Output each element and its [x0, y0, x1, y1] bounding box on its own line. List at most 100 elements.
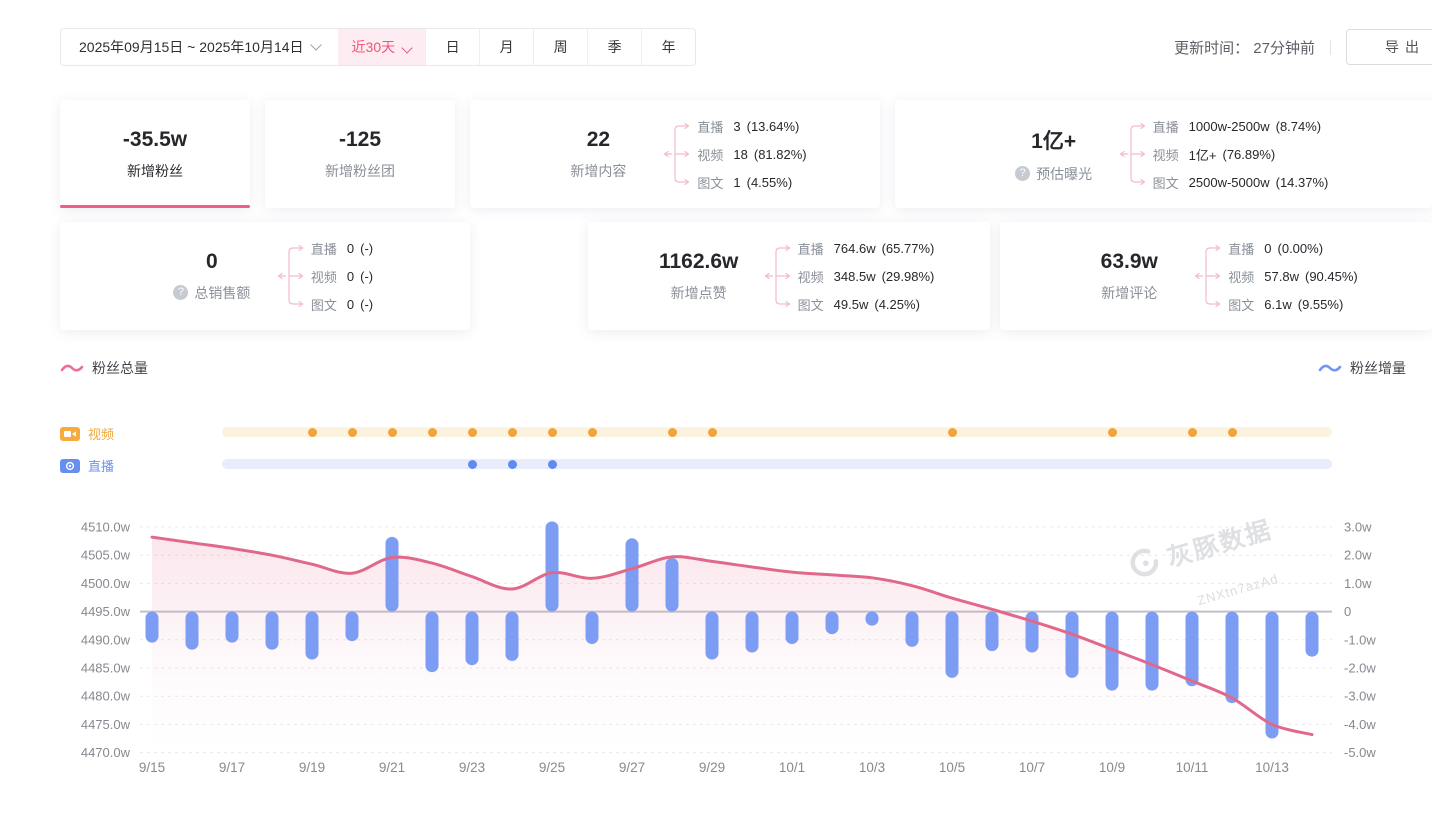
- stat-breakdown: 直播 764.6w (65.77%) 视频 348.5w (29.98%) 图文…: [764, 234, 935, 318]
- breakdown-percent: (90.45%): [1305, 269, 1358, 284]
- svg-text:4470.0w: 4470.0w: [81, 745, 131, 760]
- breakdown-row: 直播 1000w-2500w (8.74%): [1153, 112, 1329, 140]
- video-publish-dot: [548, 428, 557, 437]
- svg-text:10/3: 10/3: [859, 760, 885, 775]
- stat-card-new-fans[interactable]: -35.5w 新增粉丝: [60, 100, 250, 208]
- breakdown-value: 3: [733, 119, 740, 134]
- svg-text:10/9: 10/9: [1099, 760, 1125, 775]
- stat-card-new-fanclub[interactable]: -125 新增粉丝团: [265, 100, 455, 208]
- stat-label: 新增内容: [570, 161, 626, 181]
- svg-text:4495.0w: 4495.0w: [81, 604, 131, 619]
- video-publish-dot: [508, 428, 517, 437]
- wave-icon-blue: [1318, 362, 1342, 374]
- svg-text:-2.0w: -2.0w: [1344, 661, 1376, 676]
- breakdown-value: 0: [347, 269, 354, 284]
- breakdown-value: 1000w-2500w: [1189, 119, 1270, 134]
- wave-icon-pink: [60, 362, 84, 374]
- legend-fans-delta[interactable]: 粉丝增量: [1318, 358, 1406, 378]
- stat-breakdown: 直播 0 (0.00%) 视频 57.8w (90.45%) 图文 6.1w (…: [1194, 234, 1357, 318]
- live-publish-dot: [508, 460, 517, 469]
- breakdown-value: 57.8w: [1264, 269, 1299, 284]
- tab-period-周[interactable]: 周: [533, 29, 587, 65]
- stat-card-new-likes[interactable]: 1162.6w 新增点赞 直播 764.6w (65.77%) 视频 348.5…: [588, 222, 990, 330]
- tab-period-年[interactable]: 年: [641, 29, 695, 65]
- breakdown-name: 视频: [1228, 267, 1254, 286]
- breakdown-percent: (8.74%): [1276, 119, 1322, 134]
- quick-range-last30[interactable]: 近30天: [338, 29, 426, 65]
- stat-card-new-content[interactable]: 22 新增内容 直播 3 (13.64%) 视频 18 (81.82%) 图文 …: [470, 100, 880, 208]
- live-publish-dot: [468, 460, 477, 469]
- tab-period-月[interactable]: 月: [479, 29, 533, 65]
- svg-text:4480.0w: 4480.0w: [81, 689, 131, 704]
- breakdown-value: 0: [1264, 241, 1271, 256]
- breakdown-connector: [663, 112, 691, 196]
- video-publish-dot: [948, 428, 957, 437]
- breakdown-name: 视频: [1153, 145, 1179, 164]
- breakdown-value: 49.5w: [834, 297, 869, 312]
- breakdown-name: 图文: [798, 295, 824, 314]
- svg-text:4490.0w: 4490.0w: [81, 632, 131, 647]
- tab-period-季[interactable]: 季: [587, 29, 641, 65]
- video-publish-dot: [308, 428, 317, 437]
- svg-text:0: 0: [1344, 604, 1351, 619]
- toolbar: 2025年09月15日 ~ 2025年10月14日 近30天 日月周季年 更新时…: [60, 28, 1432, 66]
- video-timeline-label: 视频: [60, 424, 114, 443]
- stat-value: 22: [543, 128, 653, 152]
- analytics-dashboard: 2025年09月15日 ~ 2025年10月14日 近30天 日月周季年 更新时…: [0, 0, 1432, 832]
- breakdown-row: 视频 348.5w (29.98%): [798, 262, 935, 290]
- stat-breakdown: 直播 3 (13.64%) 视频 18 (81.82%) 图文 1 (4.55%…: [663, 112, 806, 196]
- svg-text:4505.0w: 4505.0w: [81, 548, 131, 563]
- help-icon[interactable]: ?: [1015, 166, 1030, 181]
- svg-text:-4.0w: -4.0w: [1344, 717, 1376, 732]
- svg-text:10/13: 10/13: [1255, 760, 1289, 775]
- breakdown-row: 直播 0 (-): [311, 234, 373, 262]
- breakdown-percent: (-): [360, 297, 373, 312]
- breakdown-percent: (9.55%): [1298, 297, 1344, 312]
- breakdown-row: 图文 6.1w (9.55%): [1228, 290, 1357, 318]
- video-publish-dot: [588, 428, 597, 437]
- stat-label: 新增粉丝团: [325, 161, 395, 181]
- stat-breakdown: 直播 1000w-2500w (8.74%) 视频 1亿+ (76.89%) 图…: [1119, 112, 1329, 196]
- date-filter-group: 2025年09月15日 ~ 2025年10月14日 近30天 日月周季年: [60, 28, 696, 66]
- x-axis-labels: 9/159/179/199/219/239/259/279/2910/110/3…: [139, 760, 1289, 775]
- stat-card-total-sales[interactable]: 0 ? 总销售额 直播 0 (-) 视频 0 (-) 图文 0 (: [60, 222, 470, 330]
- svg-text:-3.0w: -3.0w: [1344, 689, 1376, 704]
- svg-text:9/21: 9/21: [379, 760, 405, 775]
- svg-text:4485.0w: 4485.0w: [81, 661, 131, 676]
- breakdown-value: 348.5w: [834, 269, 876, 284]
- stat-label: 预估曝光: [1036, 164, 1092, 184]
- video-publish-dot: [1188, 428, 1197, 437]
- breakdown-connector: [1119, 112, 1147, 196]
- stat-card-estimated-exposure[interactable]: 1亿+ ? 预估曝光 直播 1000w-2500w (8.74%) 视频 1亿+…: [895, 100, 1432, 208]
- breakdown-row: 图文 49.5w (4.25%): [798, 290, 935, 318]
- video-publish-dot: [1108, 428, 1117, 437]
- breakdown-percent: (14.37%): [1276, 175, 1329, 190]
- breakdown-connector: [1194, 234, 1222, 318]
- breakdown-name: 图文: [697, 173, 723, 192]
- chevron-down-icon: [395, 39, 411, 55]
- update-time: 更新时间： 27分钟前: [1174, 37, 1315, 58]
- breakdown-name: 直播: [697, 117, 723, 136]
- breakdown-name: 图文: [311, 295, 337, 314]
- breakdown-value: 0: [347, 241, 354, 256]
- svg-text:10/1: 10/1: [779, 760, 805, 775]
- breakdown-row: 视频 1亿+ (76.89%): [1153, 140, 1329, 168]
- svg-text:9/23: 9/23: [459, 760, 485, 775]
- left-axis-labels: 4510.0w4505.0w4500.0w4495.0w4490.0w4485.…: [81, 520, 131, 761]
- legend-label: 粉丝总量: [92, 358, 148, 378]
- export-button[interactable]: 导出: [1346, 29, 1432, 65]
- chevron-down-icon: [304, 45, 320, 49]
- stat-card-new-comments[interactable]: 63.9w 新增评论 直播 0 (0.00%) 视频 57.8w (90.45%…: [1000, 222, 1432, 330]
- tab-period-日[interactable]: 日: [425, 29, 479, 65]
- date-range-picker[interactable]: 2025年09月15日 ~ 2025年10月14日: [61, 29, 338, 65]
- help-icon[interactable]: ?: [173, 285, 188, 300]
- stat-label: 新增粉丝: [127, 161, 183, 181]
- breakdown-value: 6.1w: [1264, 297, 1291, 312]
- breakdown-percent: (81.82%): [754, 147, 807, 162]
- breakdown-name: 图文: [1228, 295, 1254, 314]
- breakdown-name: 图文: [1153, 173, 1179, 192]
- stat-value: 63.9w: [1074, 250, 1184, 274]
- svg-text:-1.0w: -1.0w: [1344, 632, 1376, 647]
- svg-text:1.0w: 1.0w: [1344, 576, 1372, 591]
- legend-fans-total[interactable]: 粉丝总量: [60, 358, 148, 378]
